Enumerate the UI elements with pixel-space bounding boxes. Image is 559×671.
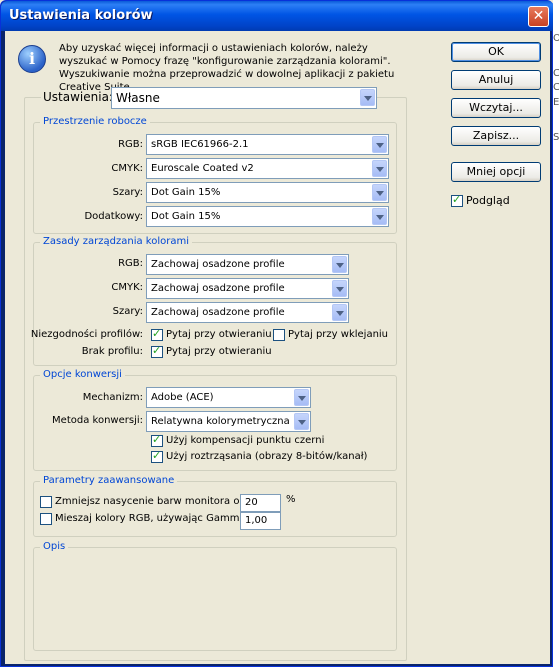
chevron-down-icon — [372, 184, 387, 201]
desaturate-input[interactable]: 20 — [240, 494, 281, 512]
chevron-down-icon — [294, 389, 309, 406]
group-title: Zasady zarządzania kolorami — [40, 236, 192, 247]
group-title: Przestrzenie robocze — [40, 116, 150, 127]
engine-value: Adobe (ACE) — [151, 392, 214, 403]
edge-text: E — [553, 97, 559, 108]
ws-cmyk-value: Euroscale Coated v2 — [151, 163, 254, 174]
ws-spot-label: Dodatkowy: — [84, 211, 143, 222]
background-window-edge-bottom — [0, 667, 559, 671]
missing-open-checkbox[interactable] — [151, 344, 163, 358]
ws-cmyk-select[interactable]: Euroscale Coated v2 — [146, 158, 389, 179]
chevron-down-icon — [372, 208, 387, 225]
settings-label: Ustawienia: — [41, 90, 115, 104]
description-group: Opis — [33, 541, 397, 651]
mismatch-open-checkbox[interactable] — [151, 327, 163, 341]
info-icon-glyph: i — [28, 49, 36, 68]
blend-gamma-label: Mieszaj kolory RGB, używając Gamma: — [55, 513, 249, 524]
edge-text: C — [553, 82, 559, 93]
edge-text: S — [553, 132, 559, 143]
missing-open-label: Pytaj przy otwieraniu — [166, 346, 272, 357]
chevron-down-icon — [332, 256, 347, 273]
settings-value: Własne — [116, 91, 160, 105]
black-point-checkbox[interactable] — [151, 433, 163, 447]
engine-select[interactable]: Adobe (ACE) — [146, 387, 311, 408]
engine-label: Mechanizm: — [82, 392, 143, 403]
preview-checkbox[interactable] — [451, 193, 463, 207]
ws-spot-value: Dot Gain 15% — [151, 211, 221, 222]
intent-value: Relatywna kolorymetryczna — [151, 416, 290, 427]
background-window-edge: O C C E S — [553, 0, 559, 671]
edge-text: O — [553, 33, 559, 44]
ws-rgb-select[interactable]: sRGB IEC61966-2.1 — [146, 134, 389, 155]
ws-rgb-value: sRGB IEC61966-2.1 — [151, 139, 249, 150]
group-title: Opcje konwersji — [40, 369, 125, 380]
dialog-title: Ustawienia kolorów — [9, 8, 153, 23]
fewer-options-button[interactable]: Mniej opcji — [451, 162, 541, 182]
load-button[interactable]: Wczytaj... — [451, 98, 541, 118]
chevron-down-icon — [332, 280, 347, 297]
dither-label: Użyj roztrząsania (obrazy 8-bitów/kanał) — [166, 451, 368, 462]
desaturate-checkbox[interactable] — [40, 496, 52, 508]
policy-rgb-label: RGB: — [118, 258, 143, 269]
chevron-down-icon — [332, 304, 347, 321]
policy-cmyk-value: Zachowaj osadzone profile — [151, 283, 285, 294]
desaturate-unit: % — [286, 494, 296, 505]
mismatch-paste-checkbox[interactable] — [273, 329, 285, 341]
ws-spot-select[interactable]: Dot Gain 15% — [146, 206, 389, 227]
policy-rgb-value: Zachowaj osadzone profile — [151, 259, 285, 270]
ok-button[interactable]: OK — [451, 42, 541, 62]
group-title: Parametry zaawansowane — [40, 475, 178, 486]
policy-cmyk-label: CMYK: — [111, 282, 143, 293]
close-button[interactable]: ✕ — [528, 6, 549, 27]
chevron-down-icon — [294, 413, 309, 430]
cancel-button[interactable]: Anuluj — [451, 70, 541, 90]
mismatch-paste-label: Pytaj przy wklejaniu — [288, 329, 389, 340]
info-icon: i — [18, 45, 46, 73]
ws-rgb-label: RGB: — [118, 139, 143, 150]
preview-label: Podgląd — [466, 194, 510, 207]
desaturate-label: Zmniejsz nasycenie barw monitora o: — [55, 496, 243, 507]
chevron-down-icon — [360, 89, 375, 106]
policy-gray-label: Szary: — [112, 306, 143, 317]
chevron-down-icon — [372, 136, 387, 153]
mismatch-open-label: Pytaj przy otwieraniu — [166, 329, 272, 340]
save-button[interactable]: Zapisz... — [451, 126, 541, 146]
intent-label: Metoda konwersji: — [52, 415, 143, 426]
edge-text: C — [553, 68, 559, 79]
advanced-controls-group: Parametry zaawansowane — [33, 475, 397, 537]
policy-gray-select[interactable]: Zachowaj osadzone profile — [146, 302, 349, 323]
close-icon: ✕ — [532, 8, 545, 24]
mismatch-label: Niezgodności profilów: — [30, 329, 143, 340]
blend-gamma-checkbox[interactable] — [40, 513, 52, 525]
intent-select[interactable]: Relatywna kolorymetryczna — [146, 411, 311, 432]
dither-checkbox[interactable] — [151, 449, 163, 463]
ws-cmyk-label: CMYK: — [111, 163, 143, 174]
chevron-down-icon — [372, 160, 387, 177]
missing-profile-label: Brak profilu: — [81, 346, 143, 357]
policy-rgb-select[interactable]: Zachowaj osadzone profile — [146, 254, 349, 275]
group-title: Opis — [40, 541, 69, 552]
ws-gray-value: Dot Gain 15% — [151, 187, 221, 198]
ws-gray-label: Szary: — [112, 187, 143, 198]
black-point-label: Użyj kompensacji punktu czerni — [166, 435, 325, 446]
settings-select[interactable]: Własne — [111, 87, 377, 109]
policy-gray-value: Zachowaj osadzone profile — [151, 307, 285, 318]
policy-cmyk-select[interactable]: Zachowaj osadzone profile — [146, 278, 349, 299]
ws-gray-select[interactable]: Dot Gain 15% — [146, 182, 389, 203]
title-bar[interactable]: Ustawienia kolorów ✕ — [1, 1, 554, 31]
blend-gamma-input[interactable]: 1,00 — [240, 512, 281, 530]
